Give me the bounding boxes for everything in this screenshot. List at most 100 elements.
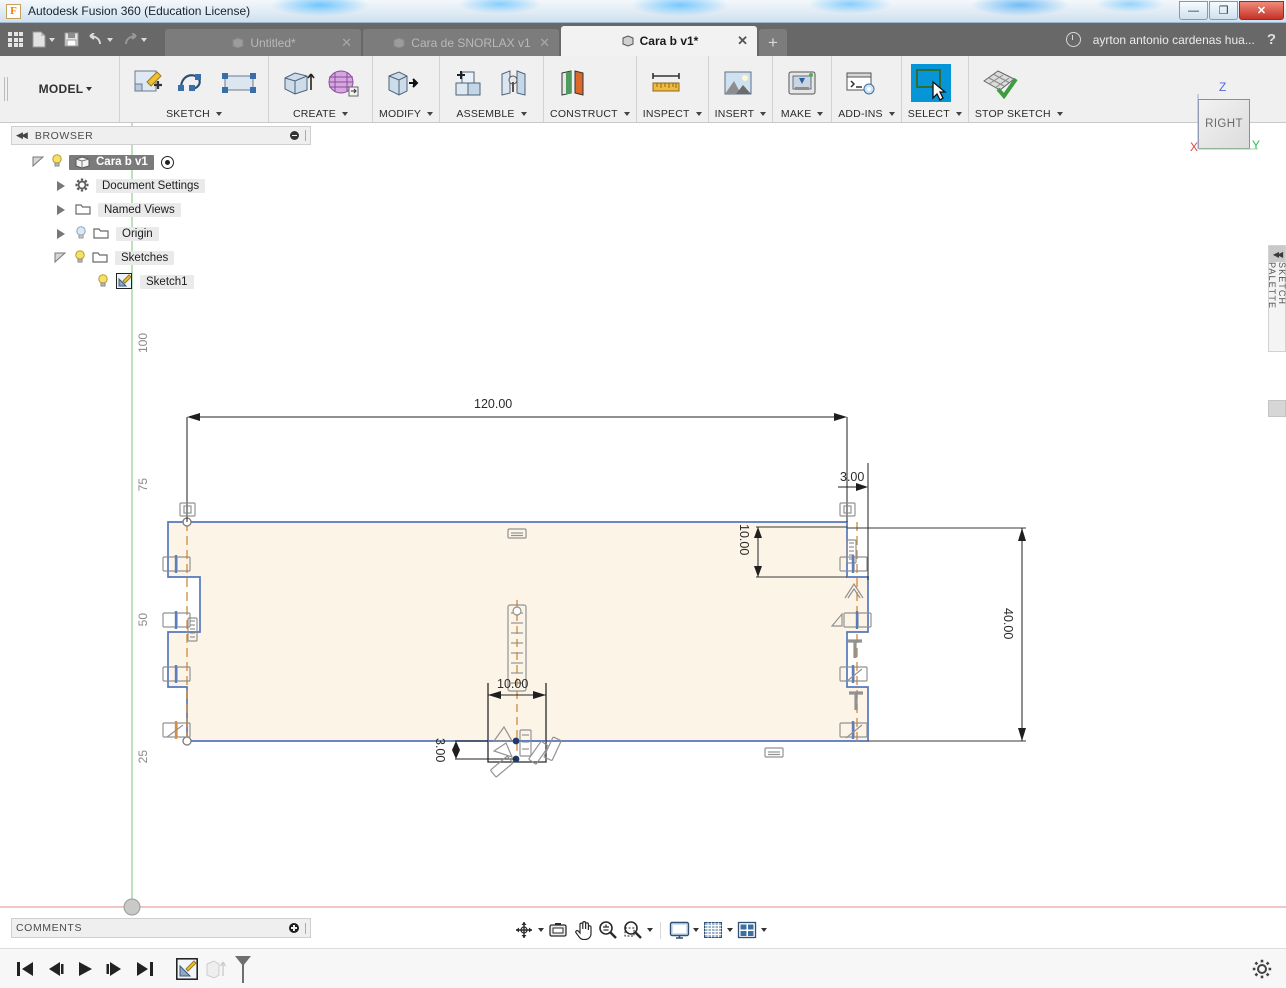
chevron-down-icon[interactable] [1056,111,1063,116]
redo-icon[interactable] [122,32,147,47]
measure-icon[interactable] [646,64,686,102]
dimension-notch-depth[interactable]: 10.00 [737,524,751,555]
expand-icon[interactable] [57,180,65,191]
chevron-down-icon[interactable] [647,928,653,932]
tree-row-cara-b[interactable]: Cara b v1 [11,150,311,174]
collapse-icon[interactable] [54,251,67,266]
sketch-palette-tab[interactable]: ◀◀ SKETCH PALETTE [1267,245,1286,352]
new-component-icon[interactable] [449,64,489,102]
expand-collapse-icon[interactable] [32,155,45,170]
chevron-down-icon[interactable] [888,111,895,116]
tree-row-origin[interactable]: Origin [11,222,311,246]
browser-grip[interactable] [305,130,306,141]
tree-row-sketch1[interactable]: Sketch1 [11,270,311,294]
tree-item-label[interactable]: Cara b v1 [69,154,154,170]
view-cube-face[interactable]: RIGHT [1198,99,1250,149]
step-back-icon[interactable] [46,961,64,977]
new-tab-button[interactable]: + [759,29,787,56]
zoom-window-icon[interactable] [622,918,644,942]
scrollbar-thumb[interactable] [1268,400,1286,417]
display-settings-icon[interactable] [668,918,690,942]
tree-item-label[interactable]: Document Settings [96,179,206,193]
apps-grid-icon[interactable] [8,32,23,47]
chevron-down-icon[interactable] [520,111,527,116]
tab-close-icon[interactable]: ✕ [737,33,748,49]
step-forward-icon[interactable] [106,961,124,977]
expand-icon[interactable] [57,228,65,239]
insert-image-icon[interactable] [718,64,758,102]
view-cube[interactable]: Z RIGHT Y X [1182,78,1264,160]
chevron-down-icon[interactable] [107,37,113,42]
chevron-down-icon[interactable] [761,928,767,932]
tree-row-sketches[interactable]: Sketches [11,246,311,270]
save-icon[interactable] [64,32,79,47]
timeline-marker[interactable] [232,954,254,984]
tree-row-named-views[interactable]: Named Views [11,198,311,222]
chevron-down-icon[interactable] [86,87,93,91]
comments-grip[interactable] [305,922,306,934]
visibility-bulb-icon[interactable] [75,226,87,242]
chevron-down-icon[interactable] [538,928,544,932]
job-status-icon[interactable] [1065,32,1081,47]
orbit-icon[interactable] [513,918,535,942]
pan-icon[interactable] [572,918,594,942]
tab-untitled[interactable]: Untitled* ✕ [165,29,361,56]
chevron-down-icon[interactable] [817,111,824,116]
minimize-button[interactable]: — [1179,1,1208,20]
add-comment-icon[interactable] [289,923,299,933]
collapse-browser-icon[interactable]: ◀◀ [16,130,28,141]
visibility-bulb-icon[interactable] [97,274,109,290]
press-pull-icon[interactable] [382,64,422,102]
dimension-right-offset[interactable]: 3.00 [840,470,864,484]
rectangle-icon[interactable] [219,64,259,102]
expand-sketch-palette-icon[interactable]: ◀◀ [1269,246,1285,262]
select-icon[interactable] [910,63,951,102]
play-icon[interactable] [76,961,94,977]
timeline-settings-gear-icon[interactable] [1252,959,1272,979]
tab-cara-b[interactable]: Cara b v1* ✕ [561,26,757,56]
go-to-end-icon[interactable] [136,961,154,977]
tree-item-label[interactable]: Sketch1 [140,275,194,289]
create-sketch-icon[interactable] [129,64,169,102]
grid-snaps-icon[interactable] [702,918,724,942]
dimension-overall-width[interactable]: 120.00 [474,397,512,411]
dimension-overall-height[interactable]: 40.00 [1001,608,1015,639]
chevron-down-icon[interactable] [695,111,702,116]
tree-item-label[interactable]: Sketches [115,251,175,265]
tab-close-icon[interactable]: ✕ [341,35,352,51]
look-at-icon[interactable] [547,918,569,942]
user-name-label[interactable]: ayrton antonio cardenas hua... [1093,33,1255,47]
tree-row-document-settings[interactable]: Document Settings [11,174,311,198]
chevron-down-icon[interactable] [693,928,699,932]
tree-item-label[interactable]: Origin [116,227,159,241]
chevron-down-icon[interactable] [215,111,222,116]
create-form-icon[interactable] [323,64,363,102]
chevron-down-icon[interactable] [623,111,630,116]
scripts-addins-icon[interactable] [841,64,881,102]
spline-icon[interactable] [174,64,214,102]
tab-cara-de-snorlax[interactable]: Cara de SNORLAX v1 ✕ [363,29,559,56]
maximize-button[interactable]: ❐ [1209,1,1238,20]
stop-sketch-icon[interactable] [978,64,1018,102]
chevron-down-icon[interactable] [49,37,55,42]
tree-item-label[interactable]: Named Views [98,203,181,217]
joint-icon[interactable] [494,64,534,102]
chevron-down-icon[interactable] [727,928,733,932]
offset-plane-icon[interactable] [553,64,593,102]
dimension-bottom-offset[interactable]: 3.00 [433,738,447,762]
browser-minus-icon[interactable] [290,131,299,140]
viewports-icon[interactable] [736,918,758,942]
chevron-down-icon[interactable] [760,111,767,116]
chevron-down-icon[interactable] [955,111,962,116]
close-button[interactable]: ✕ [1239,1,1284,20]
dimension-center-width[interactable]: 10.00 [497,677,528,691]
zoom-icon[interactable] [597,918,619,942]
undo-icon[interactable] [88,32,113,47]
timeline-feature-extrude[interactable] [204,958,226,980]
chevron-down-icon[interactable] [141,37,147,42]
new-file-icon[interactable] [32,31,55,48]
chevron-down-icon[interactable] [342,111,348,116]
tab-close-icon[interactable]: ✕ [539,35,550,51]
3d-print-icon[interactable] [782,64,822,102]
help-icon[interactable]: ? [1267,31,1276,48]
